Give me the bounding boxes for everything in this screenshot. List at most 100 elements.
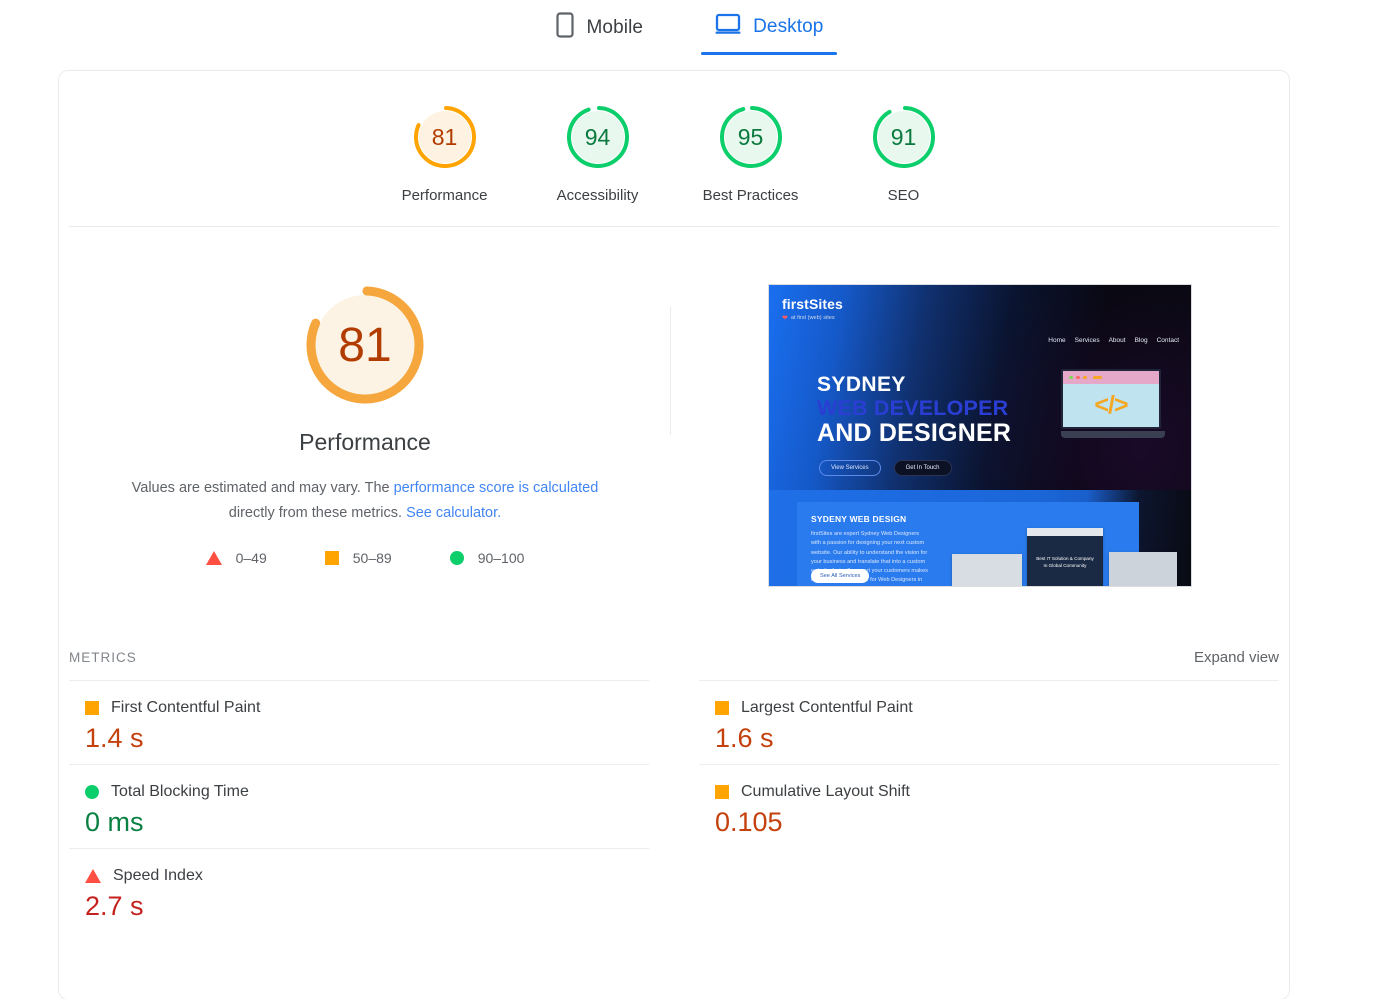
category-label-performance: Performance (401, 187, 488, 204)
column-divider (670, 307, 671, 435)
heart-icon: ❤ (782, 315, 788, 322)
screenshot-nav: Home Services About Blog Contact (1048, 337, 1179, 344)
report-card: 81 Performance 94 Accessibility 95 Best … (58, 70, 1290, 999)
screenshot-hero-line3: AND DESIGNER (817, 419, 1012, 447)
screenshot-section-title: SYDENY WEB DESIGN (811, 514, 907, 524)
performance-title: Performance (299, 429, 431, 455)
screenshot-hero-line2: WEB DEVELOPER (817, 396, 1009, 420)
page-screenshot-thumbnail[interactable]: firstSites ❤ at first (web) sites Home S… (768, 284, 1192, 587)
screenshot-logo-tagline: ❤ at first (web) sites (782, 314, 835, 322)
screenshot-hero-line1: SYDNEY (817, 373, 906, 396)
legend-label-average: 50–89 (352, 550, 392, 566)
metric-value: 2.7 s (85, 891, 144, 921)
triangle-icon (205, 551, 222, 565)
square-icon (324, 551, 339, 565)
screenshot-logo-tagline-text: at first (web) sites (790, 315, 835, 321)
performance-desc-part2: directly from these metrics. (228, 505, 407, 521)
square-icon (715, 785, 729, 799)
screenshot-see-all-services-button: See All Services (811, 569, 870, 583)
category-label-accessibility: Accessibility (556, 187, 639, 204)
screenshot-nav-item: Contact (1156, 337, 1179, 344)
legend-label-good: 90–100 (477, 550, 525, 566)
screenshot-nav-item: Home (1048, 337, 1066, 344)
category-score-best-practices[interactable]: 95 Best Practices (674, 103, 827, 204)
screenshot-mini-preview (1109, 552, 1177, 586)
circle-icon (85, 785, 99, 799)
screenshot-logo: firstSites (782, 296, 843, 312)
metric-label: First Contentful Paint (111, 699, 261, 716)
metric-value: 1.6 s (715, 723, 774, 753)
square-icon (715, 701, 729, 715)
triangle-icon (85, 869, 101, 883)
metrics-grid: First Contentful Paint 1.4 s Total Block… (59, 680, 1289, 932)
metric-label: Speed Index (113, 867, 203, 884)
performance-score-calculated-link[interactable]: performance score is calculated (394, 480, 599, 496)
gauge-performance: 81 (411, 103, 479, 171)
gauge-performance-value: 81 (431, 123, 458, 150)
legend-label-poor: 0–49 (235, 550, 267, 566)
performance-desc-part1: Values are estimated and may vary. The (131, 480, 394, 496)
screenshot-nav-item: About (1108, 337, 1126, 344)
screenshot-nav-item: Services (1074, 337, 1100, 344)
tab-mobile[interactable]: Mobile (541, 8, 658, 57)
metrics-header: METRICS Expand view (59, 649, 1289, 666)
category-score-performance[interactable]: 81 Performance (368, 103, 521, 204)
metric-label: Largest Contentful Paint (741, 699, 913, 716)
performance-score-value: 81 (338, 318, 392, 372)
final-screenshot-column: firstSites ❤ at first (web) sites Home S… (671, 283, 1289, 647)
screenshot-services-panel: SYDENY WEB DESIGN firstSites are expert … (797, 502, 1177, 586)
screenshot-hero-buttons: View Services Get In Touch (819, 460, 952, 476)
metric-value: 1.4 s (85, 723, 144, 753)
metric-label: Cumulative Layout Shift (741, 783, 910, 800)
square-icon (85, 701, 99, 715)
legend-item-good: 90–100 (449, 550, 525, 566)
mobile-icon (555, 12, 575, 43)
see-calculator-link[interactable]: See calculator. (406, 505, 501, 521)
gauge-best-practices: 95 (717, 103, 785, 171)
gauge-seo-value: 91 (890, 123, 917, 150)
desktop-icon (715, 12, 741, 41)
category-label-seo: SEO (887, 187, 920, 204)
metric-total-blocking-time[interactable]: Total Blocking Time 0 ms (69, 764, 649, 848)
screenshot-mini-preview: Best IT Solution & Company In Global Com… (1027, 528, 1103, 586)
tab-active-underline (701, 52, 838, 55)
metrics-heading: METRICS (69, 650, 137, 665)
screenshot-mini-title: Best IT Solution & Company In Global Com… (1036, 556, 1094, 568)
screenshot-get-in-touch-button: Get In Touch (893, 460, 952, 476)
laptop-illustration-icon: </> (1061, 369, 1165, 443)
category-score-seo[interactable]: 91 SEO (827, 103, 980, 204)
screenshot-view-services-button: View Services (819, 460, 881, 476)
gauge-accessibility: 94 (564, 103, 632, 171)
tab-desktop-label: Desktop (753, 15, 824, 37)
gauge-seo: 91 (870, 103, 938, 171)
metric-first-contentful-paint[interactable]: First Contentful Paint 1.4 s (69, 680, 649, 764)
device-tab-bar: Mobile Desktop (0, 0, 1378, 56)
screenshot-nav-item: Blog (1134, 337, 1148, 344)
expand-view-button[interactable]: Expand view (1194, 649, 1279, 666)
code-glyph-icon: </> (1063, 384, 1159, 427)
metrics-column-left: First Contentful Paint 1.4 s Total Block… (69, 680, 674, 932)
metric-speed-index[interactable]: Speed Index 2.7 s (69, 848, 649, 932)
gauge-best-practices-value: 95 (737, 123, 764, 150)
metrics-column-right: Largest Contentful Paint 1.6 s Cumulativ… (674, 680, 1279, 932)
category-score-accessibility[interactable]: 94 Accessibility (521, 103, 674, 204)
metric-cumulative-layout-shift[interactable]: Cumulative Layout Shift 0.105 (699, 764, 1279, 848)
performance-gauge-large: 81 (303, 283, 427, 407)
screenshot-mini-preview (952, 554, 1022, 586)
legend-item-poor: 0–49 (205, 550, 267, 566)
circle-icon (449, 551, 464, 565)
tab-desktop[interactable]: Desktop (701, 8, 838, 55)
legend-item-average: 50–89 (324, 550, 392, 566)
metric-value: 0.105 (715, 807, 783, 837)
category-label-best-practices: Best Practices (702, 187, 799, 204)
category-score-row: 81 Performance 94 Accessibility 95 Best … (59, 71, 1289, 226)
gauge-accessibility-value: 94 (584, 123, 611, 150)
tab-mobile-label: Mobile (586, 16, 644, 38)
metric-largest-contentful-paint[interactable]: Largest Contentful Paint 1.6 s (699, 680, 1279, 764)
metric-label: Total Blocking Time (111, 783, 249, 800)
performance-description: Values are estimated and may vary. The p… (112, 476, 618, 526)
performance-summary-column: 81 Performance Values are estimated and … (59, 283, 671, 647)
score-legend: 0–49 50–89 90–100 (205, 550, 525, 566)
metric-value: 0 ms (85, 807, 144, 837)
screenshot-lower-section: SYDENY WEB DESIGN firstSites are expert … (769, 490, 1191, 586)
